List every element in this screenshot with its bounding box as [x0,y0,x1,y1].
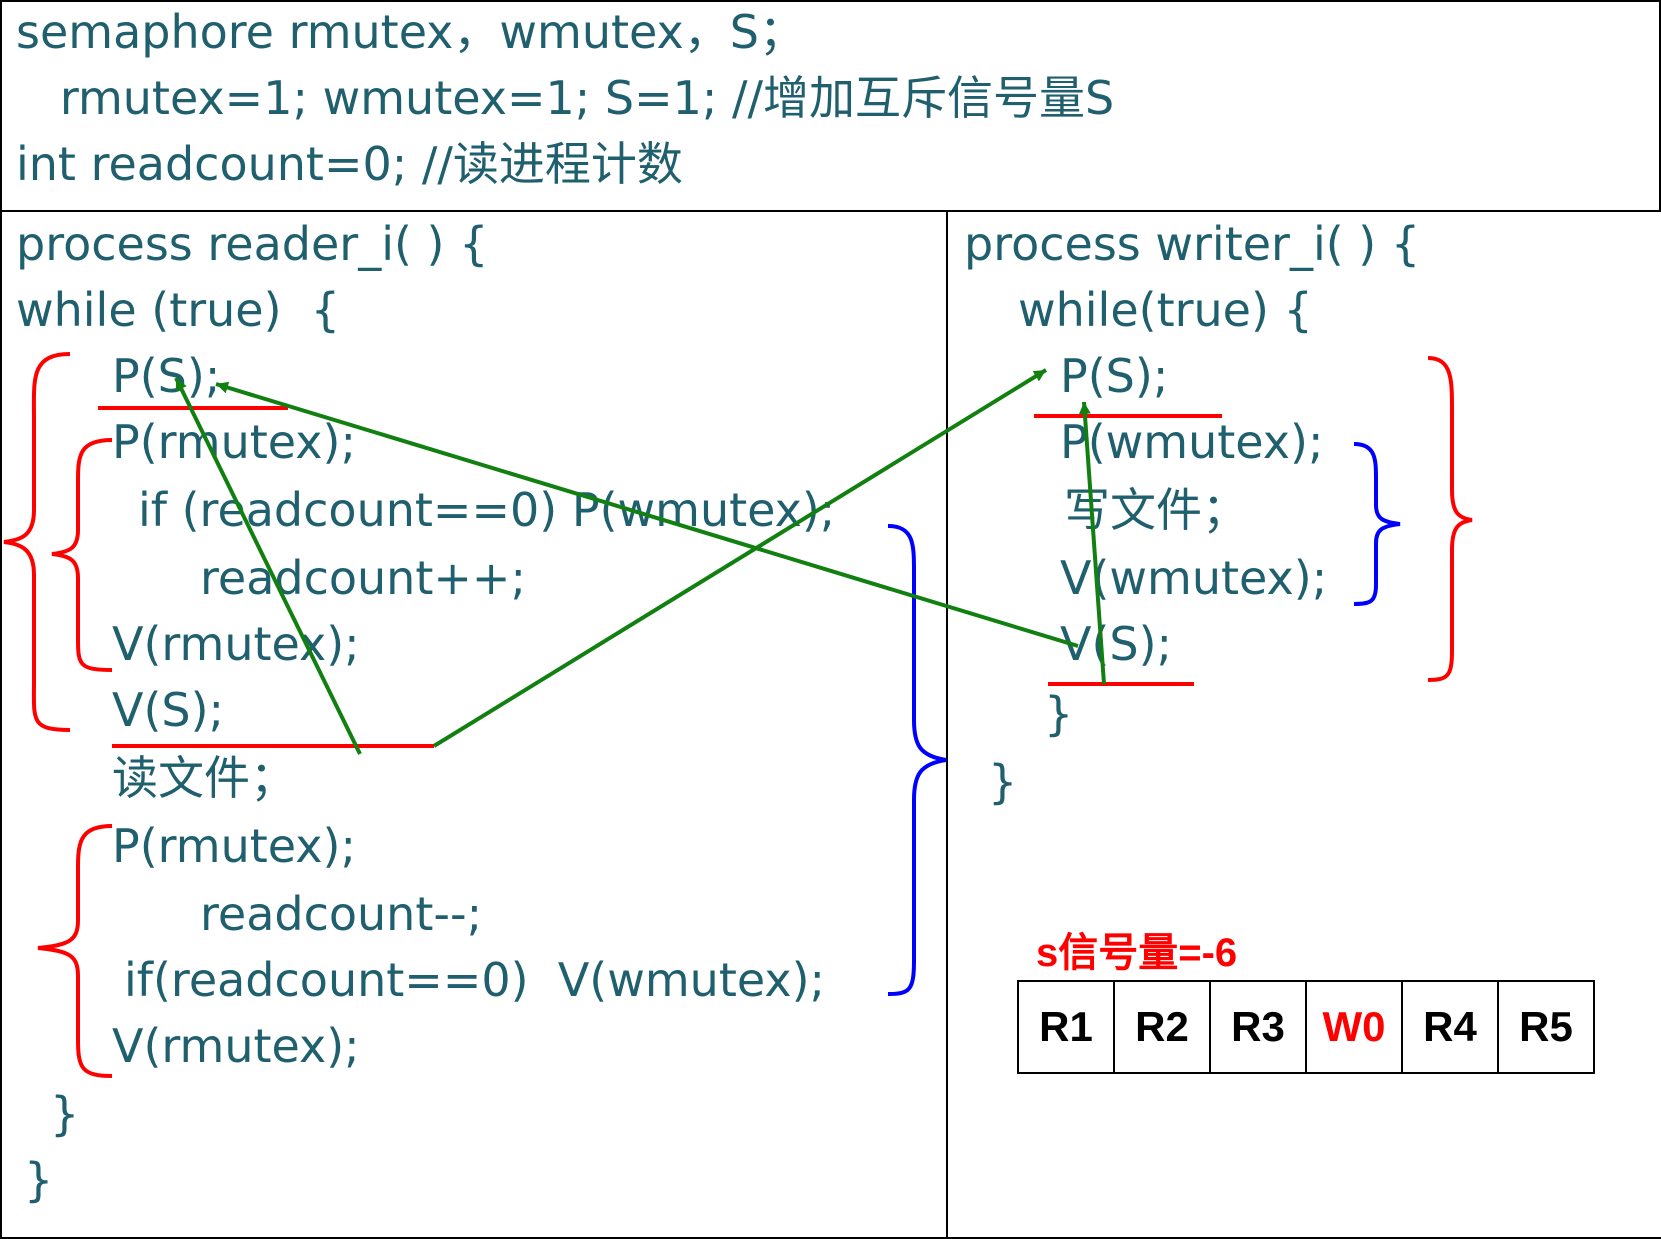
reader-inner-red-brace [51,438,113,672]
slide: semaphore rmutex，wmutex，S； rmutex=1; wmu… [0,0,1661,1239]
annotation-overlay [3,352,1473,1078]
reader-lower-red-brace [37,824,113,1078]
writer-red-brace [1427,356,1473,682]
reader-outer-red-brace [3,352,71,732]
arrow-reader-vs-to-reader-ps [174,377,362,755]
arrow-writer-vs-to-writer-ps [1078,401,1106,685]
arrow-reader-vs-to-writer-ps [432,368,1048,748]
writer-blue-brace [1353,442,1401,606]
arrow-writer-vs-to-reader-ps [215,381,1079,648]
